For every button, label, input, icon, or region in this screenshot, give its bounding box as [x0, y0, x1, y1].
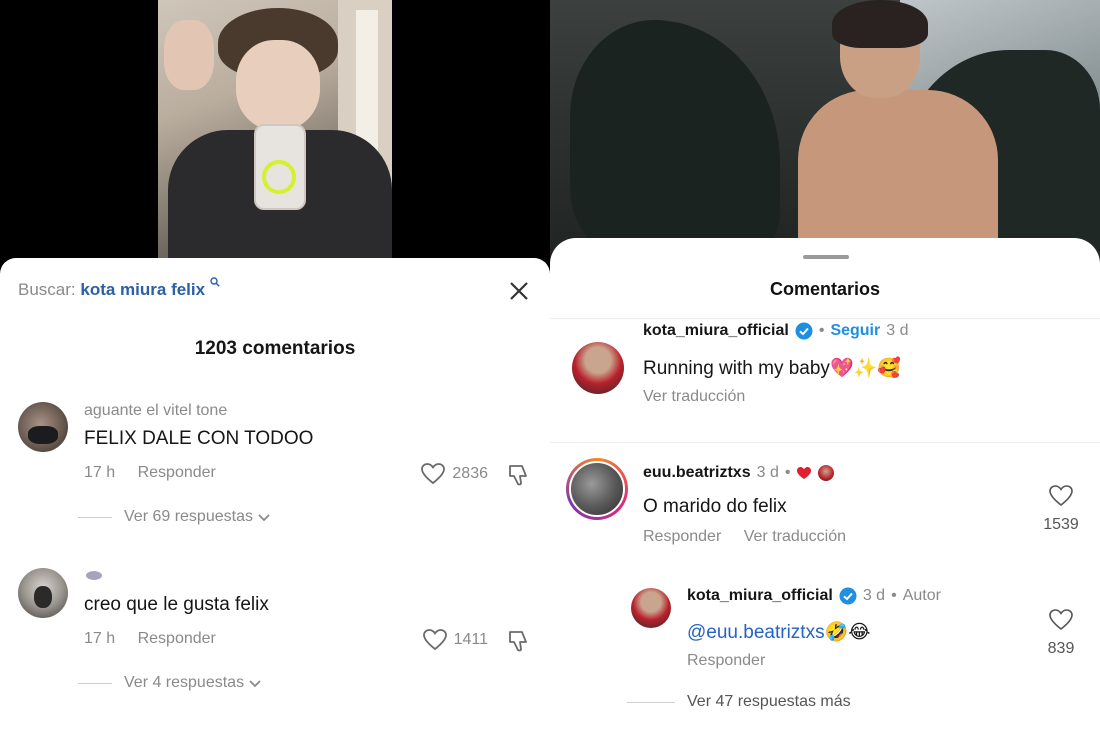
comment-item: creo que le gusta felix 17 h Responder 1…: [18, 568, 538, 698]
caption-translate-button[interactable]: Ver traducción: [643, 388, 745, 406]
comment-text: O marido do felix: [643, 496, 787, 517]
like-button[interactable]: 2836: [420, 462, 488, 486]
comments-sheet: Buscar: kota miura felix 1203 comentario…: [0, 258, 550, 733]
caption-time: 3 d: [886, 322, 909, 339]
sheet-title: Comentarios: [769, 279, 881, 299]
author-badge: Autor: [902, 587, 941, 604]
dislike-icon[interactable]: [506, 628, 532, 654]
username-placeholder: [86, 571, 102, 580]
like-count: 1411: [453, 631, 488, 648]
comment-time: 3 d: [756, 464, 779, 481]
view-replies-button[interactable]: Ver 4 respuestas: [78, 674, 262, 692]
view-more-replies-button[interactable]: Ver 47 respuestas más: [627, 693, 851, 711]
like-count: 2836: [452, 465, 488, 482]
divider: [550, 442, 1100, 443]
avatar: [569, 461, 625, 517]
video-thumbnail[interactable]: [158, 0, 392, 262]
follow-button[interactable]: Seguir: [830, 322, 880, 340]
instagram-panel: Comentarios kota_miura_official • Seguir…: [550, 0, 1100, 733]
search-bar[interactable]: Buscar: kota miura felix: [18, 277, 220, 300]
view-replies-button[interactable]: Ver 69 respuestas: [78, 508, 271, 526]
like-button[interactable]: 1411: [422, 628, 488, 652]
comment-text: creo que le gusta felix: [84, 594, 269, 615]
search-prefix-label: Buscar:: [18, 280, 76, 299]
reply-button[interactable]: Responder: [138, 630, 216, 647]
reply-time: 3 d: [862, 587, 886, 604]
post-photo[interactable]: [550, 0, 1100, 270]
chevron-down-icon: [258, 514, 270, 522]
divider: [550, 318, 1100, 319]
reply-button[interactable]: Responder: [138, 464, 216, 481]
search-query-link[interactable]: kota miura felix: [80, 280, 205, 299]
comment-text: FELIX DALE CON TODOO: [84, 428, 314, 449]
avatar[interactable]: [18, 402, 68, 452]
comment-time: 17 h: [84, 464, 116, 481]
view-replies-label: Ver 69 respuestas: [124, 508, 253, 525]
comment-time: 17 h: [84, 630, 116, 647]
reply-button[interactable]: Responder: [643, 528, 721, 545]
caption-emojis: 💖✨🥰: [829, 357, 901, 379]
reply-header: kota_miura_official 3 d • Autor: [687, 587, 941, 605]
avatar[interactable]: [572, 342, 624, 394]
comment-header: euu.beatriztxs 3 d •: [643, 464, 835, 482]
caption-header: kota_miura_official • Seguir 3 d: [643, 322, 909, 340]
author-avatar-mini: [818, 465, 835, 481]
reply-username[interactable]: kota_miura_official: [687, 587, 833, 605]
caption-username[interactable]: kota_miura_official: [643, 322, 789, 340]
drag-handle[interactable]: [803, 255, 849, 259]
close-icon[interactable]: [508, 280, 530, 302]
like-count: 1539: [1043, 516, 1079, 533]
reply-emojis: 🤣😂: [824, 621, 871, 643]
comment-count: 1203 comentarios: [194, 338, 356, 359]
tiktok-panel: Buscar: kota miura felix 1203 comentario…: [0, 0, 550, 733]
chevron-down-icon: [249, 680, 261, 688]
comment-item: aguante el vitel tone FELIX DALE CON TOD…: [18, 402, 538, 532]
avatar-story-ring[interactable]: [566, 458, 628, 520]
like-count: 839: [1047, 640, 1075, 657]
heart-icon[interactable]: [1048, 608, 1074, 632]
search-icon: [210, 277, 220, 287]
reply-text: @euu.beatriztxs🤣😂: [687, 620, 870, 644]
view-more-replies-label: Ver 47 respuestas más: [687, 693, 851, 710]
replies-line: [627, 701, 675, 703]
dislike-icon[interactable]: [506, 462, 532, 488]
comment-username[interactable]: aguante el vitel tone: [84, 402, 227, 420]
heart-icon: [421, 463, 446, 485]
caption-text: Running with my baby💖✨🥰: [643, 357, 901, 379]
mention-link[interactable]: @euu.beatriztxs: [687, 622, 825, 643]
verified-icon: [795, 322, 813, 340]
heart-icon: [422, 629, 447, 651]
avatar[interactable]: [18, 568, 68, 618]
reply-button[interactable]: Responder: [687, 652, 765, 670]
heart-icon[interactable]: [1048, 484, 1074, 508]
comment-username[interactable]: euu.beatriztxs: [643, 464, 751, 482]
verified-icon: [839, 587, 857, 605]
translate-button[interactable]: Ver traducción: [744, 528, 846, 545]
view-replies-label: Ver 4 respuestas: [124, 674, 245, 691]
red-heart-icon: [797, 467, 812, 479]
comments-sheet: Comentarios kota_miura_official • Seguir…: [550, 238, 1100, 733]
avatar[interactable]: [631, 588, 671, 628]
